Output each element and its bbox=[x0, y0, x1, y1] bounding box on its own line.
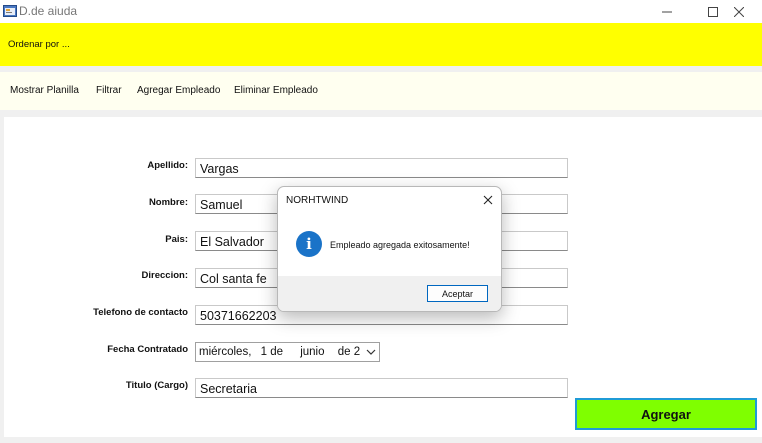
date-day[interactable]: 1 de bbox=[261, 346, 283, 358]
window-titlebar: D.de aiuda bbox=[0, 0, 762, 23]
menu-filtrar[interactable]: Filtrar bbox=[96, 85, 122, 96]
info-icon: i bbox=[296, 231, 322, 257]
titulo-input[interactable]: Secretaria bbox=[195, 378, 568, 398]
apellido-label: Apellido: bbox=[147, 160, 188, 171]
chevron-down-icon[interactable] bbox=[365, 346, 377, 358]
minimize-icon bbox=[662, 11, 672, 12]
agregar-button[interactable]: Agregar bbox=[575, 398, 757, 430]
direccion-label: Direccion: bbox=[141, 270, 188, 281]
close-icon[interactable] bbox=[481, 193, 495, 207]
telefono-label: Telefono de contacto bbox=[93, 307, 188, 318]
close-button[interactable] bbox=[716, 0, 762, 23]
minimize-button[interactable] bbox=[644, 0, 690, 23]
date-weekday[interactable]: miércoles, bbox=[199, 346, 251, 358]
order-by-bar[interactable]: Ordenar por ... bbox=[0, 23, 762, 66]
window-title: D.de aiuda bbox=[19, 4, 78, 18]
aceptar-button[interactable]: Aceptar bbox=[427, 285, 488, 302]
dialog-title: NORHTWIND bbox=[286, 195, 349, 206]
app-form-icon bbox=[3, 5, 17, 17]
menu-agregar-empleado[interactable]: Agregar Empleado bbox=[137, 85, 220, 96]
dialog-message: Empleado agregada exitosamente! bbox=[330, 240, 470, 250]
menu-strip: Mostrar Planilla Filtrar Agregar Emplead… bbox=[0, 72, 762, 110]
pais-label: Pais: bbox=[165, 234, 188, 245]
date-month[interactable]: junio bbox=[300, 346, 324, 358]
fecha-contratado-picker[interactable]: miércoles, 1 de junio de 2 bbox=[195, 342, 380, 362]
order-by-label[interactable]: Ordenar por ... bbox=[8, 39, 70, 50]
nombre-label: Nombre: bbox=[148, 197, 188, 208]
titulo-label: Titulo (Cargo) bbox=[125, 380, 188, 391]
message-dialog: NORHTWIND i Empleado agregada exitosamen… bbox=[277, 186, 502, 312]
dialog-footer: Aceptar bbox=[278, 276, 501, 311]
apellido-input[interactable]: Vargas bbox=[195, 158, 568, 178]
date-year[interactable]: de 2 bbox=[338, 346, 360, 358]
menu-mostrar-planilla[interactable]: Mostrar Planilla bbox=[10, 85, 79, 96]
menu-eliminar-empleado[interactable]: Eliminar Empleado bbox=[234, 85, 318, 96]
close-icon bbox=[734, 6, 744, 17]
fecha-contratado-label: Fecha Contratado bbox=[107, 344, 188, 355]
